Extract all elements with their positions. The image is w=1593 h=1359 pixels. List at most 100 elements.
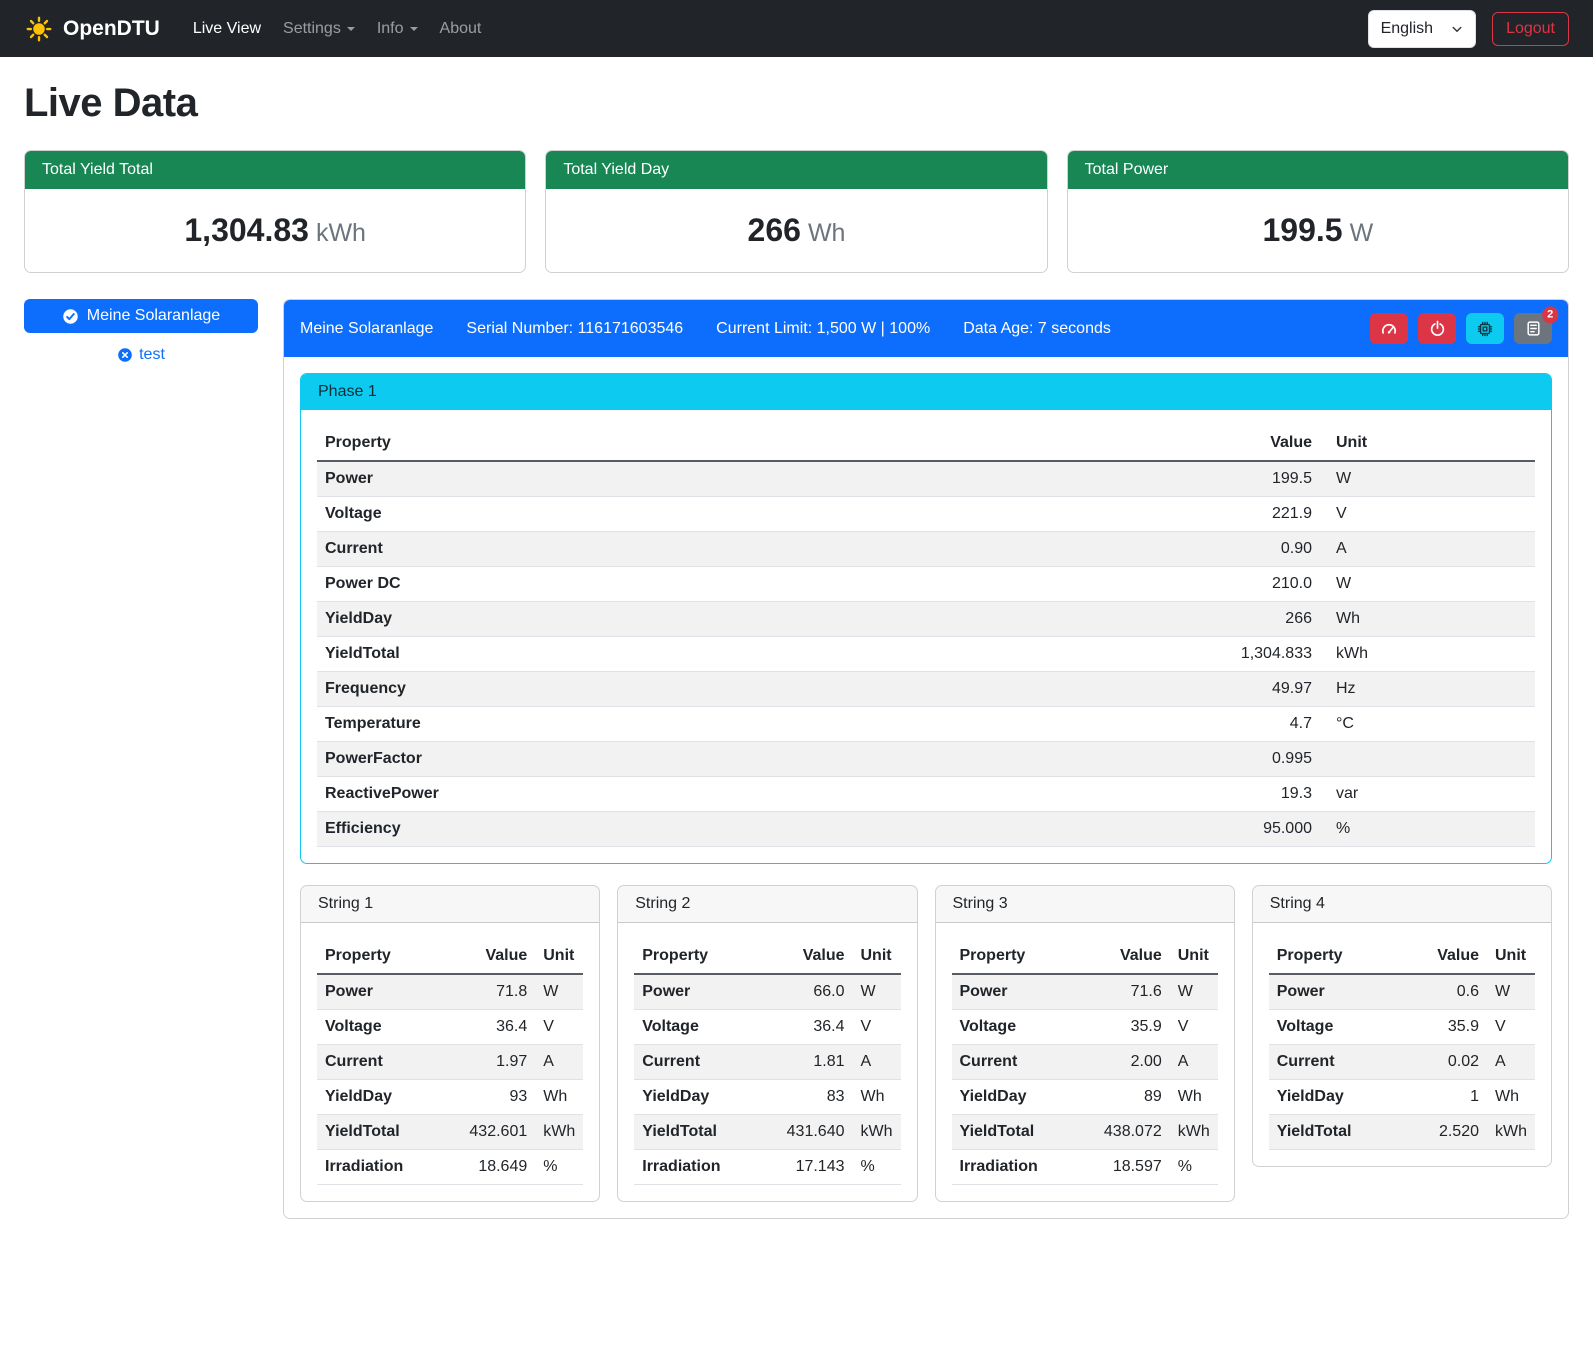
inverter-name: Meine Solaranlage	[300, 320, 433, 338]
language-select[interactable]: English	[1368, 10, 1476, 48]
unit-text: Wh	[808, 219, 846, 247]
unit-cell: Wh	[853, 1080, 901, 1115]
value-cell: 1,304.833	[917, 637, 1320, 672]
unit-cell: %	[853, 1150, 901, 1185]
limit-settings-button[interactable]	[1370, 313, 1408, 344]
string-body: Property Value Unit Power66.0WVoltage36.…	[618, 923, 916, 1201]
device-info-button[interactable]	[1466, 313, 1504, 344]
string-table: Property Value Unit Power0.6WVoltage35.9…	[1269, 939, 1535, 1150]
table-row: Efficiency95.000%	[317, 812, 1535, 847]
unit-cell: W	[1320, 461, 1535, 497]
value-cell: 49.97	[917, 672, 1320, 707]
value-cell: 66.0	[757, 974, 853, 1010]
value-cell: 35.9	[1402, 1010, 1487, 1045]
inverter-select-button[interactable]: Meine Solaranlage	[24, 299, 258, 333]
language-value: English	[1381, 20, 1433, 38]
table-row: Power199.5W	[317, 461, 1535, 497]
unit-cell: A	[1487, 1045, 1535, 1080]
string-body: Property Value Unit Power71.8WVoltage36.…	[301, 923, 599, 1201]
nav-live-view[interactable]: Live View	[182, 12, 272, 46]
unit-cell: Wh	[1320, 602, 1535, 637]
event-log-button[interactable]: 2	[1514, 313, 1552, 344]
value-cell: 1.81	[757, 1045, 853, 1080]
value-cell: 199.5	[917, 461, 1320, 497]
card-value: 199.5W	[1068, 189, 1568, 272]
inverter-button-label: Meine Solaranlage	[87, 307, 220, 325]
table-row: YieldTotal432.601kWh	[317, 1115, 583, 1150]
unit-cell: W	[1170, 974, 1218, 1010]
property-cell: Voltage	[952, 1010, 1074, 1045]
property-cell: YieldDay	[952, 1080, 1074, 1115]
property-cell: Power DC	[317, 567, 917, 602]
string-title: String 2	[618, 886, 916, 923]
navbar: OpenDTU Live View Settings Info About En…	[0, 0, 1593, 57]
table-header-row: Property Value Unit	[317, 939, 583, 974]
value-cell: 19.3	[917, 777, 1320, 812]
event-count-badge: 2	[1542, 306, 1558, 323]
table-row: Frequency49.97Hz	[317, 672, 1535, 707]
property-cell: Power	[1269, 974, 1402, 1010]
value-cell: 18.597	[1074, 1150, 1170, 1185]
table-row: Irradiation18.597%	[952, 1150, 1218, 1185]
cpu-icon	[1476, 320, 1494, 338]
nav-info-label: Info	[377, 20, 404, 38]
value-cell: 71.8	[439, 974, 535, 1010]
nav-info[interactable]: Info	[366, 12, 429, 46]
table-header-row: Property Value Unit	[1269, 939, 1535, 974]
nav-settings[interactable]: Settings	[272, 12, 366, 46]
property-cell: Frequency	[317, 672, 917, 707]
nav-links: Live View Settings Info About	[182, 12, 493, 46]
sidebar-item-test[interactable]: test	[24, 346, 258, 364]
table-row: Current2.00A	[952, 1045, 1218, 1080]
summary-card-total-power: Total Power 199.5W	[1067, 150, 1569, 273]
power-button[interactable]	[1418, 313, 1456, 344]
table-row: Voltage35.9V	[1269, 1010, 1535, 1045]
unit-header: Unit	[535, 939, 583, 974]
unit-cell: %	[535, 1150, 583, 1185]
value-cell: 36.4	[757, 1010, 853, 1045]
unit-cell: kWh	[1170, 1115, 1218, 1150]
value-cell: 210.0	[917, 567, 1320, 602]
unit-header: Unit	[1487, 939, 1535, 974]
property-cell: Power	[634, 974, 756, 1010]
table-row: ReactivePower19.3var	[317, 777, 1535, 812]
phase-title: Phase 1	[301, 374, 1551, 410]
strings-row: String 1 Property Value Unit	[300, 885, 1552, 1202]
navbar-right: English Logout	[1368, 10, 1569, 48]
nav-about-label: About	[440, 20, 482, 38]
unit-cell: V	[1320, 497, 1535, 532]
main-row: Meine Solaranlage test Meine Solaranlage…	[24, 299, 1569, 1219]
property-cell: Temperature	[317, 707, 917, 742]
unit-cell: V	[853, 1010, 901, 1045]
value-text: 1,304.83	[184, 212, 309, 248]
value-cell: 438.072	[1074, 1115, 1170, 1150]
table-row: Power66.0W	[634, 974, 900, 1010]
unit-cell: kWh	[853, 1115, 901, 1150]
property-cell: YieldTotal	[1269, 1115, 1402, 1150]
property-header: Property	[1269, 939, 1402, 974]
card-value: 1,304.83kWh	[25, 189, 525, 272]
value-cell: 35.9	[1074, 1010, 1170, 1045]
current-limit: Current Limit: 1,500 W | 100%	[716, 320, 930, 338]
property-cell: Current	[634, 1045, 756, 1080]
nav-about[interactable]: About	[429, 12, 493, 46]
table-row: YieldDay266Wh	[317, 602, 1535, 637]
value-cell: 36.4	[439, 1010, 535, 1045]
unit-text: kWh	[316, 219, 366, 247]
table-row: Current0.90A	[317, 532, 1535, 567]
table-row: Irradiation18.649%	[317, 1150, 583, 1185]
string-card-3: String 3 Property Value Unit	[935, 885, 1235, 1202]
value-cell: 432.601	[439, 1115, 535, 1150]
logout-button[interactable]: Logout	[1492, 12, 1569, 46]
value-cell: 93	[439, 1080, 535, 1115]
property-cell: Irradiation	[317, 1150, 439, 1185]
table-row: Voltage35.9V	[952, 1010, 1218, 1045]
unit-cell: W	[535, 974, 583, 1010]
value-header: Value	[757, 939, 853, 974]
table-row: Power71.8W	[317, 974, 583, 1010]
journal-icon	[1525, 320, 1542, 337]
brand[interactable]: OpenDTU	[24, 14, 160, 44]
unit-header: Unit	[1170, 939, 1218, 974]
table-row: YieldDay93Wh	[317, 1080, 583, 1115]
power-icon	[1429, 320, 1446, 337]
